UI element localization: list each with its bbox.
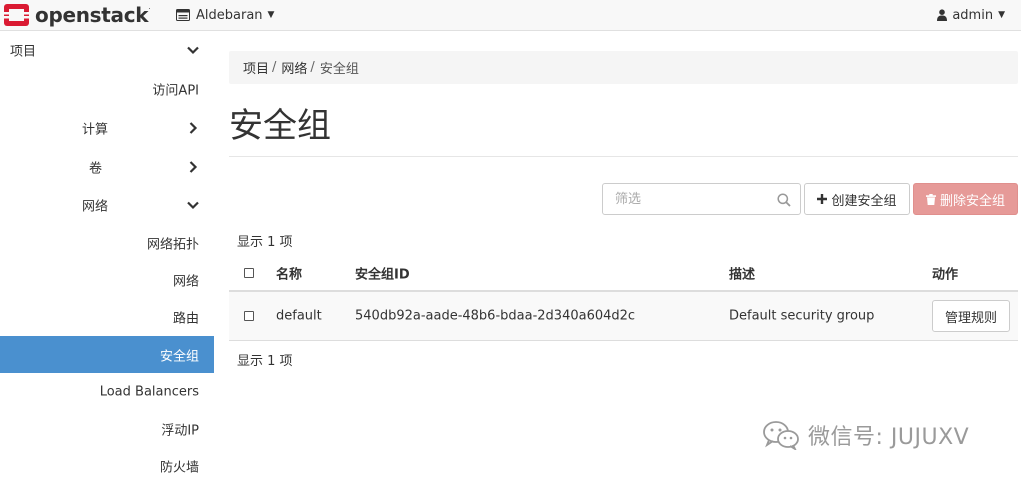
project-name: Aldebaran (196, 7, 263, 23)
sidebar-item-label: 项目 (10, 44, 37, 59)
column-header-name[interactable]: 名称 (276, 263, 302, 282)
sidebar: 项目 访问API 计算 卷 网络 网络拓扑 网络 路由 安全组 Load Bal… (0, 31, 214, 479)
sidebar-item-networks[interactable]: 网络 (0, 261, 214, 298)
trash-icon (925, 193, 936, 205)
page-title: 安全组 (229, 106, 331, 146)
breadcrumb: 项目 / 网络 / 安全组 (229, 51, 1018, 84)
row-checkbox[interactable] (244, 311, 254, 321)
security-groups-table: 名称 安全组ID 描述 动作 default 540db92a-aade-48b… (229, 255, 1018, 341)
sidebar-item-volumes[interactable]: 卷 (0, 148, 214, 185)
sidebar-item-compute[interactable]: 计算 (0, 109, 214, 146)
sidebar-item-label: 浮动IP (161, 423, 199, 438)
sidebar-item-label: 网络 (172, 274, 199, 289)
column-header-description[interactable]: 描述 (729, 263, 755, 282)
chevron-right-icon (189, 160, 198, 173)
chevron-down-icon (187, 46, 199, 54)
column-header-actions: 动作 (932, 267, 959, 282)
breadcrumb-separator: / (310, 60, 315, 75)
search-icon[interactable] (777, 192, 791, 211)
user-icon (937, 9, 948, 21)
item-count-top: 显示 1 项 (237, 235, 293, 250)
table-header: 名称 安全组ID 描述 动作 (229, 255, 1018, 292)
brand-name: openstack. (35, 3, 151, 27)
table-row: default 540db92a-aade-48b6-bdaa-2d340a60… (229, 292, 1018, 341)
openstack-logo[interactable]: openstack. (3, 3, 151, 27)
sidebar-item-label: Load Balancers (99, 384, 199, 399)
security-group-description: Default security group (729, 308, 875, 324)
wechat-watermark: 微信号: JUJUXV (762, 418, 969, 452)
user-menu[interactable]: admin ▼ (937, 6, 1005, 24)
manage-rules-button[interactable]: 管理规则 (932, 300, 1010, 332)
sidebar-item-security-groups[interactable]: 安全组 (0, 336, 214, 373)
sidebar-item-label: 网络拓扑 (146, 237, 199, 252)
create-button-label: 创建安全组 (831, 193, 897, 209)
user-name: admin (952, 7, 994, 23)
breadcrumb-separator: / (272, 60, 277, 75)
sidebar-item-routers[interactable]: 路由 (0, 298, 214, 335)
sidebar-item-project[interactable]: 项目 (0, 31, 214, 68)
chevron-down-icon (187, 201, 199, 209)
openstack-logo-icon (3, 3, 30, 27)
wechat-icon (762, 420, 800, 450)
sidebar-item-api-access[interactable]: 访问API (0, 70, 214, 107)
sidebar-item-label: 访问API (152, 83, 199, 98)
sidebar-item-network[interactable]: 网络 (0, 186, 214, 223)
top-navbar: openstack. Aldebaran ▼ admin ▼ (0, 0, 1021, 31)
sidebar-item-label: 卷 (89, 161, 103, 176)
sidebar-item-network-topology[interactable]: 网络拓扑 (0, 224, 214, 261)
item-count-bottom: 显示 1 项 (237, 354, 293, 369)
watermark-text: 微信号: JUJUXV (808, 425, 970, 450)
security-group-name: default (276, 308, 322, 324)
title-divider (229, 156, 1018, 157)
project-icon (176, 9, 190, 21)
breadcrumb-item-current: 安全组 (319, 62, 359, 77)
sidebar-item-floating-ips[interactable]: 浮动IP (0, 410, 214, 447)
column-header-id[interactable]: 安全组ID (355, 263, 410, 282)
project-switcher[interactable]: Aldebaran ▼ (176, 6, 274, 24)
sidebar-item-label: 防火墙 (159, 460, 199, 475)
caret-down-icon: ▼ (267, 10, 275, 20)
delete-button-label: 删除安全组 (939, 193, 1005, 209)
security-group-id: 540db92a-aade-48b6-bdaa-2d340a604d2c (355, 308, 636, 324)
sidebar-item-label: 安全组 (159, 349, 199, 364)
sidebar-item-label: 计算 (82, 122, 109, 137)
breadcrumb-item-project[interactable]: 项目 (243, 58, 269, 77)
chevron-right-icon (189, 121, 198, 134)
caret-down-icon: ▼ (998, 10, 1005, 20)
breadcrumb-item-network[interactable]: 网络 (281, 58, 307, 77)
sidebar-item-label: 网络 (82, 199, 109, 214)
filter-input[interactable] (603, 184, 768, 214)
sidebar-item-firewalls[interactable]: 防火墙 (0, 447, 214, 479)
create-security-group-button[interactable]: 创建安全组 (804, 183, 910, 215)
select-all-checkbox[interactable] (244, 267, 254, 278)
plus-icon (817, 194, 828, 204)
sidebar-item-load-balancers[interactable]: Load Balancers (0, 373, 214, 410)
sidebar-item-label: 路由 (172, 311, 199, 326)
filter-box (602, 183, 801, 215)
delete-security-group-button[interactable]: 删除安全组 (913, 183, 1018, 215)
